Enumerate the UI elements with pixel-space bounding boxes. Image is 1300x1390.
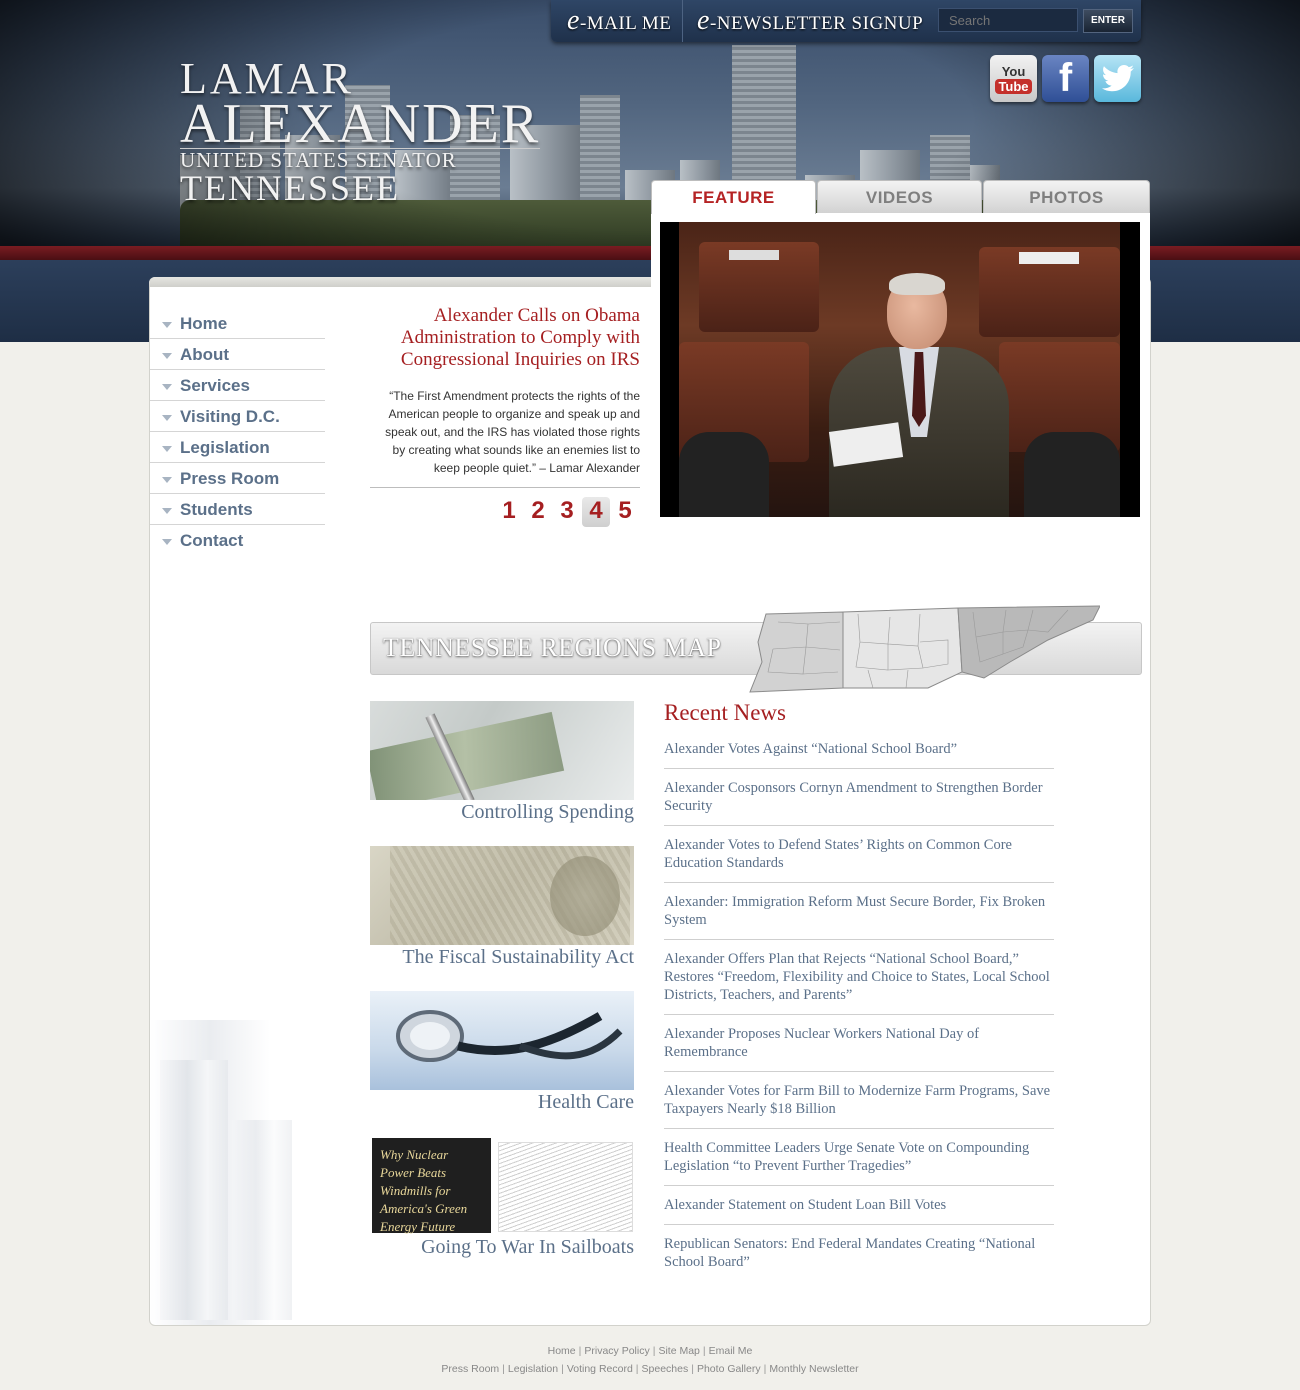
site-logo[interactable]: LAMAR ALEXANDER UNITED STATES SENATOR TE… xyxy=(180,57,541,208)
youtube-you-text: You xyxy=(1001,63,1026,79)
triangle-down-icon xyxy=(162,477,172,483)
triangle-down-icon xyxy=(162,415,172,421)
recent-news-title: Recent News xyxy=(664,700,786,725)
footer-link-legislation[interactable]: Legislation xyxy=(508,1363,558,1375)
sidebar-item-label: Students xyxy=(180,500,253,519)
triangle-down-icon xyxy=(162,384,172,390)
page-1-button[interactable]: 1 xyxy=(495,497,523,527)
youtube-tube-text: Tube xyxy=(995,78,1032,94)
sidebar-item-label: Legislation xyxy=(180,438,270,457)
health-care-image[interactable] xyxy=(370,991,634,1090)
nuclear-power-book-text: Why Nuclear Power Beats Windmills for Am… xyxy=(372,1138,491,1234)
sidebar-navigation: Home About Services Visiting D.C. Legisl… xyxy=(150,308,325,555)
feature-video-player[interactable] xyxy=(660,222,1140,517)
footer-link-privacy-policy[interactable]: Privacy Policy xyxy=(584,1345,649,1357)
news-item[interactable]: Alexander: Immigration Reform Must Secur… xyxy=(664,893,1054,940)
email-me-label: -MAIL ME xyxy=(579,13,672,34)
search-enter-button[interactable]: ENTER xyxy=(1083,9,1133,33)
news-item[interactable]: Alexander Cosponsors Cornyn Amendment to… xyxy=(664,779,1054,826)
page-4-button[interactable]: 4 xyxy=(582,497,610,527)
footer-link-press-room[interactable]: Press Room xyxy=(441,1363,499,1375)
footer-link-voting-record[interactable]: Voting Record xyxy=(567,1363,633,1375)
facebook-icon[interactable]: f xyxy=(1042,55,1089,102)
sidebar-item-label: Press Room xyxy=(180,469,280,488)
triangle-down-icon xyxy=(162,353,172,359)
footer: Home | Privacy Policy | Site Map | Email Me Pr… xyxy=(0,1342,1300,1378)
sidebar-item-label: Services xyxy=(180,376,250,395)
footer-link-email-me[interactable]: Email Me xyxy=(709,1345,753,1357)
page-5-button[interactable]: 5 xyxy=(611,497,639,527)
page-3-button[interactable]: 3 xyxy=(553,497,581,527)
fiscal-sustainability-image[interactable] xyxy=(370,846,634,945)
twitter-icon[interactable] xyxy=(1094,55,1141,102)
footer-link-monthly-newsletter[interactable]: Monthly Newsletter xyxy=(769,1363,858,1375)
senate-floor-video-frame xyxy=(679,222,1120,517)
facebook-f-glyph: f xyxy=(1058,56,1073,100)
sidebar-item-label: Home xyxy=(180,314,228,333)
youtube-icon[interactable]: You Tube xyxy=(990,55,1037,102)
newsletter-signup-label: -NEWSLETTER SIGNUP xyxy=(709,13,924,34)
news-item[interactable]: Alexander Proposes Nuclear Workers Natio… xyxy=(664,1025,1054,1072)
column-decoration xyxy=(232,1120,292,1320)
tennessee-map-icon[interactable] xyxy=(748,602,1100,694)
news-item[interactable]: Alexander Votes Against “National School… xyxy=(664,740,1054,769)
footer-row-2: Press Room | Legislation | Voting Record | Spe… xyxy=(441,1363,859,1375)
triangle-down-icon xyxy=(162,539,172,545)
news-item[interactable]: Alexander Votes for Farm Bill to Moderni… xyxy=(664,1082,1054,1129)
email-me-button[interactable]: e-MAIL ME xyxy=(567,0,671,42)
feature-quote: “The First Amendment protects the rights… xyxy=(385,389,640,475)
newsletter-e-prefix: e xyxy=(697,5,710,36)
sidebar-item-about[interactable]: About xyxy=(150,339,325,370)
triangle-down-icon xyxy=(162,508,172,514)
tab-feature[interactable]: FEATURE xyxy=(651,180,816,214)
triangle-down-icon xyxy=(162,446,172,452)
recent-news-list: Alexander Votes Against “National School… xyxy=(664,740,1054,1291)
regions-map-title: TENNESSEE REGIONS MAP xyxy=(383,633,722,662)
feature-tabs: FEATURE VIDEOS PHOTOS xyxy=(651,180,1150,214)
footer-link-home[interactable]: Home xyxy=(548,1345,576,1357)
issue-controlling-spending-link[interactable]: Controlling Spending xyxy=(370,800,634,824)
going-to-war-in-sailboats-image[interactable]: Why Nuclear Power Beats Windmills for Am… xyxy=(370,1136,634,1235)
panel-top-bevel xyxy=(149,277,651,287)
sidebar-item-legislation[interactable]: Legislation xyxy=(150,432,325,463)
footer-link-speeches[interactable]: Speeches xyxy=(642,1363,689,1375)
news-item[interactable]: Alexander Offers Plan that Rejects “Nati… xyxy=(664,950,1054,1015)
tab-videos[interactable]: VIDEOS xyxy=(817,180,982,213)
pager-divider xyxy=(370,487,640,488)
sidebar-item-label: Contact xyxy=(180,531,244,550)
sidebar-item-label: About xyxy=(180,345,230,364)
feature-headline[interactable]: Alexander Calls on Obama Administration … xyxy=(370,305,640,371)
triangle-down-icon xyxy=(162,322,172,328)
sidebar-item-press-room[interactable]: Press Room xyxy=(150,463,325,494)
issue-fiscal-sustainability-link[interactable]: The Fiscal Sustainability Act xyxy=(370,945,634,969)
sidebar-item-visiting-dc[interactable]: Visiting D.C. xyxy=(150,401,325,432)
newsletter-signup-button[interactable]: e-NEWSLETTER SIGNUP xyxy=(697,0,923,42)
logo-last-name: ALEXANDER xyxy=(180,93,541,155)
news-item[interactable]: Health Committee Leaders Urge Senate Vot… xyxy=(664,1139,1054,1186)
footer-link-photo-gallery[interactable]: Photo Gallery xyxy=(697,1363,761,1375)
tab-photos[interactable]: PHOTOS xyxy=(983,180,1150,213)
sidebar-item-services[interactable]: Services xyxy=(150,370,325,401)
sidebar-item-label: Visiting D.C. xyxy=(180,407,280,426)
senator-figure xyxy=(819,273,1019,517)
footer-link-site-map[interactable]: Site Map xyxy=(658,1345,699,1357)
issue-going-to-war-in-sailboats-link[interactable]: Going To War In Sailboats xyxy=(370,1235,634,1259)
sidebar-item-students[interactable]: Students xyxy=(150,494,325,525)
email-e-prefix: e xyxy=(567,5,580,36)
sidebar-item-home[interactable]: Home xyxy=(150,308,325,339)
news-item[interactable]: Alexander Votes to Defend States’ Rights… xyxy=(664,836,1054,883)
logo-state: TENNESSEE xyxy=(180,168,400,208)
news-item[interactable]: Republican Senators: End Federal Mandate… xyxy=(664,1235,1054,1281)
page-2-button[interactable]: 2 xyxy=(524,497,552,527)
news-item[interactable]: Alexander Statement on Student Loan Bill… xyxy=(664,1196,1054,1225)
column-decoration xyxy=(160,1060,228,1320)
sidebar-item-contact[interactable]: Contact xyxy=(150,525,325,555)
issue-health-care-link[interactable]: Health Care xyxy=(370,1090,634,1114)
feature-pager: 1 2 3 4 5 xyxy=(495,497,640,529)
footer-row-1: Home | Privacy Policy | Site Map | Email Me xyxy=(547,1345,753,1357)
controlling-spending-image[interactable] xyxy=(370,701,634,800)
search-input[interactable] xyxy=(938,8,1078,32)
